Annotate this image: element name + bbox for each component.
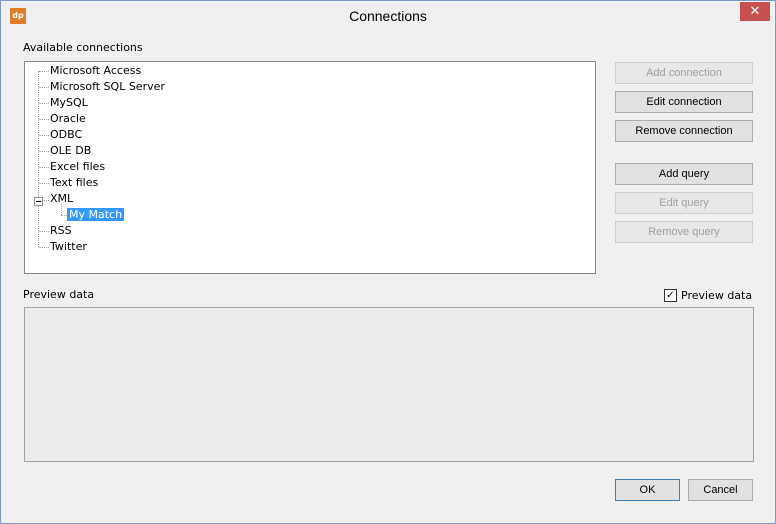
preview-data-checkbox-label[interactable]: Preview data: [681, 289, 752, 302]
tree-item-microsoft-access[interactable]: Microsoft Access: [48, 63, 143, 79]
connections-dialog: dp Connections ✕ Available connections M…: [0, 0, 776, 524]
remove-query-button[interactable]: Remove query: [615, 221, 753, 243]
close-button[interactable]: ✕: [740, 2, 770, 21]
tree-item-odbc[interactable]: ODBC: [48, 127, 84, 143]
edit-connection-button[interactable]: Edit connection: [615, 91, 753, 113]
dialog-title: Connections: [349, 8, 427, 24]
available-connections-label: Available connections: [23, 41, 143, 54]
add-query-button[interactable]: Add query: [615, 163, 753, 185]
cancel-button[interactable]: Cancel: [688, 479, 753, 501]
tree-item-microsoft-sql-server[interactable]: Microsoft SQL Server: [48, 79, 167, 95]
tree-item-xml[interactable]: XML: [48, 191, 75, 207]
preview-data-area: [24, 307, 754, 462]
tree-item-my-match[interactable]: My Match: [67, 207, 125, 223]
connections-tree[interactable]: Microsoft Access Microsoft SQL Server My…: [24, 61, 596, 274]
tree-item-ole-db[interactable]: OLE DB: [48, 143, 93, 159]
tree-guide-line: [38, 71, 39, 247]
ok-button[interactable]: OK: [615, 479, 680, 501]
edit-query-button[interactable]: Edit query: [615, 192, 753, 214]
tree-item-excel-files[interactable]: Excel files: [48, 159, 107, 175]
tree-item-twitter[interactable]: Twitter: [48, 239, 89, 255]
tree-item-mysql[interactable]: MySQL: [48, 95, 90, 111]
collapse-icon[interactable]: [34, 197, 43, 206]
add-connection-button[interactable]: Add connection: [615, 62, 753, 84]
tree-item-oracle[interactable]: Oracle: [48, 111, 88, 127]
title-bar: dp Connections ✕: [1, 1, 775, 31]
remove-connection-button[interactable]: Remove connection: [615, 120, 753, 142]
tree-item-text-files[interactable]: Text files: [48, 175, 100, 191]
tree-item-rss[interactable]: RSS: [48, 223, 74, 239]
preview-data-label: Preview data: [23, 288, 95, 301]
preview-data-checkbox[interactable]: ✓: [664, 289, 677, 302]
